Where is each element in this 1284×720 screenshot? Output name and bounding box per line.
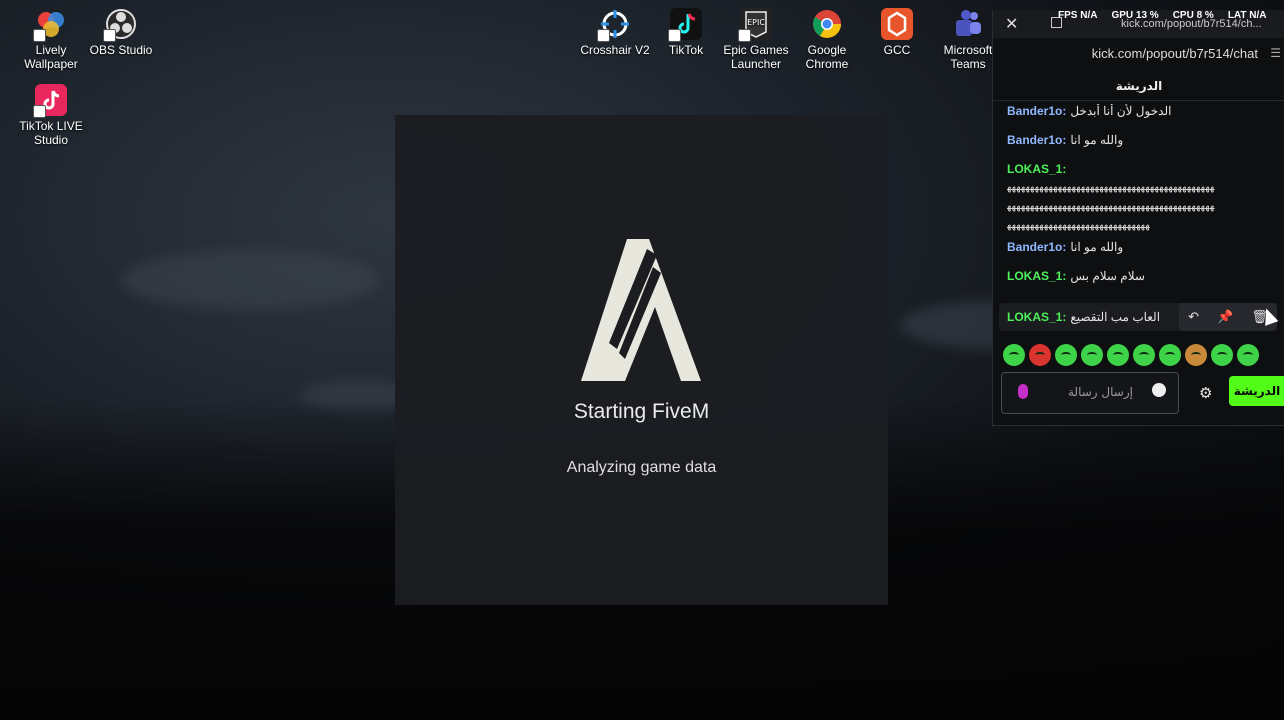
desktop-icon-label: TikTok	[668, 43, 704, 57]
chat-message[interactable]: LOKAS_1: سلام سلام بس	[1007, 269, 1273, 298]
chat-username[interactable]: Bander1o:	[1007, 104, 1066, 118]
emote-icon[interactable]	[1107, 344, 1129, 366]
chat-message-text: العاب مب التقصيع	[1070, 310, 1161, 324]
chat-username[interactable]: LOKAS_1:	[1007, 310, 1066, 324]
performance-overlay: FPS N/A GPU 13 % CPU 8 % LAT N/A	[1058, 10, 1281, 21]
lively-wallpaper-icon	[33, 8, 67, 42]
desktop-icon-chrome[interactable]: Google Chrome	[792, 8, 862, 71]
desktop-icon-label: OBS Studio	[89, 43, 153, 57]
chat-message-text: الدخول لأن أنا أبدخل	[1070, 104, 1172, 118]
fps-readout: FPS N/A	[1058, 10, 1098, 21]
chat-message-text: والله مو انا	[1070, 240, 1124, 254]
chat-username[interactable]: LOKAS_1:	[1007, 269, 1066, 283]
desktop-icon-lively-wallpaper[interactable]: Lively Wallpaper	[16, 8, 86, 71]
chat-message-text: سلام سلام بس	[1070, 269, 1145, 283]
chat-message-input[interactable]: إرسال رسالة	[1001, 372, 1179, 414]
latency-readout: LAT N/A	[1227, 10, 1267, 21]
teams-icon	[952, 8, 984, 40]
desktop-icon-label: Google Chrome	[805, 43, 849, 71]
site-settings-icon[interactable]: ☰	[1270, 46, 1281, 60]
desktop-icon-obs-studio[interactable]: OBS Studio	[86, 8, 156, 57]
desktop-icon-label: Lively Wallpaper	[24, 43, 78, 71]
emote-icon[interactable]	[1185, 344, 1207, 366]
address-url[interactable]: kick.com/popout/b7r514/chat	[1092, 46, 1258, 61]
gcc-icon	[881, 8, 913, 40]
desktop-icon-label: TikTok LIVE Studio	[19, 119, 83, 147]
chat-channel-title: الدريشة	[993, 72, 1284, 101]
chat-username[interactable]: Bander1o:	[1007, 240, 1066, 254]
send-button[interactable]: الدريشة	[1229, 376, 1284, 406]
emote-icon[interactable]	[1003, 344, 1025, 366]
microphone-icon[interactable]	[1018, 384, 1028, 399]
chat-message[interactable]: Bander1o: الدخول لأن أنا أبدخل	[1007, 104, 1273, 133]
emote-icon[interactable]	[1055, 344, 1077, 366]
chat-message-list: Bander1o: الدخول لأن أنا أبدخل Bander1o: و…	[1007, 104, 1273, 298]
address-bar: kick.com/popout/b7r514/chat ☰	[993, 42, 1284, 64]
desktop-icon-label: GCC	[883, 43, 911, 57]
splash-title: Starting FiveM	[573, 400, 710, 423]
background-cloud	[120, 250, 380, 310]
tiktok-live-icon	[33, 84, 67, 118]
chat-message[interactable]: LOKAS_1:	[1007, 162, 1273, 182]
chat-message-hovered[interactable]: LOKAS_1: العاب مب التقصيع ↶ 📌 🗑	[999, 303, 1277, 331]
emote-bar	[1003, 344, 1259, 366]
splash-status: Analyzing game data	[566, 459, 717, 476]
emote-icon[interactable]	[1029, 344, 1051, 366]
desktop-icon-epic-games[interactable]: EPIC Epic Games Launcher	[721, 8, 791, 71]
fivem-splash-window: Starting FiveM Analyzing game data	[395, 115, 888, 605]
emote-icon[interactable]	[1081, 344, 1103, 366]
chrome-icon	[811, 8, 843, 40]
emote-icon[interactable]	[1133, 344, 1155, 366]
epic-games-icon: EPIC	[738, 8, 772, 42]
gear-icon[interactable]: ⚙	[1199, 384, 1212, 402]
desktop-icon-crosshair[interactable]: Crosshair V2	[580, 8, 650, 57]
svg-text:EPIC: EPIC	[747, 18, 765, 27]
chat-message[interactable]: Bander1o: والله مو انا	[1007, 133, 1273, 162]
desktop-icon-label: Crosshair V2	[580, 43, 650, 57]
emote-icon[interactable]	[1211, 344, 1233, 366]
desktop-icon-tiktok-live-studio[interactable]: TikTok LIVE Studio	[16, 84, 86, 147]
crosshair-icon	[597, 8, 631, 42]
chat-message[interactable]: Bander1o: والله مو انا	[1007, 240, 1273, 269]
reply-icon[interactable]: ↶	[1188, 310, 1199, 325]
desktop-icon-tiktok[interactable]: TikTok	[651, 8, 721, 57]
pin-icon[interactable]: 📌	[1217, 310, 1233, 325]
obs-icon	[103, 8, 137, 42]
chat-message-text: والله مو انا	[1070, 133, 1124, 147]
desktop-icon-gcc[interactable]: GCC	[862, 8, 932, 57]
chat-input-placeholder: إرسال رسالة	[1068, 385, 1133, 399]
chat-username[interactable]: LOKAS_1:	[1007, 162, 1066, 176]
kick-chat-popout: ✕ kick.com/popout/b7r514/ch... kick.com/…	[992, 10, 1284, 426]
chat-spam-line: ﻬﻬﻬﻬﻬﻬﻬﻬﻬﻬﻬﻬﻬﻬﻬﻬﻬﻬﻬﻬﻬﻬﻬﻬﻬﻬﻬﻬﻬﻬﻬﻬﻬﻬﻬﻬﻬﻬﻬﻬ…	[1007, 201, 1215, 212]
fivem-logo-icon	[581, 239, 701, 381]
emote-icon[interactable]	[1159, 344, 1181, 366]
tiktok-icon	[668, 8, 702, 42]
gpu-readout: GPU 13 %	[1111, 10, 1159, 21]
close-icon[interactable]: ✕	[1005, 14, 1018, 33]
desktop-icon-label: Epic Games Launcher	[723, 43, 789, 71]
cpu-readout: CPU 8 %	[1172, 10, 1214, 21]
emote-icon[interactable]	[1237, 344, 1259, 366]
chat-username[interactable]: Bander1o:	[1007, 133, 1066, 147]
emoji-icon[interactable]	[1152, 383, 1166, 397]
chat-spam-line: ﻬﻬﻬﻬﻬﻬﻬﻬﻬﻬﻬﻬﻬﻬﻬﻬﻬﻬﻬﻬﻬﻬﻬﻬﻬﻬﻬﻬﻬﻬﻬ	[1007, 220, 1151, 231]
chat-spam-line: ﻬﻬﻬﻬﻬﻬﻬﻬﻬﻬﻬﻬﻬﻬﻬﻬﻬﻬﻬﻬﻬﻬﻬﻬﻬﻬﻬﻬﻬﻬﻬﻬﻬﻬﻬﻬﻬﻬﻬﻬ…	[1007, 182, 1215, 193]
